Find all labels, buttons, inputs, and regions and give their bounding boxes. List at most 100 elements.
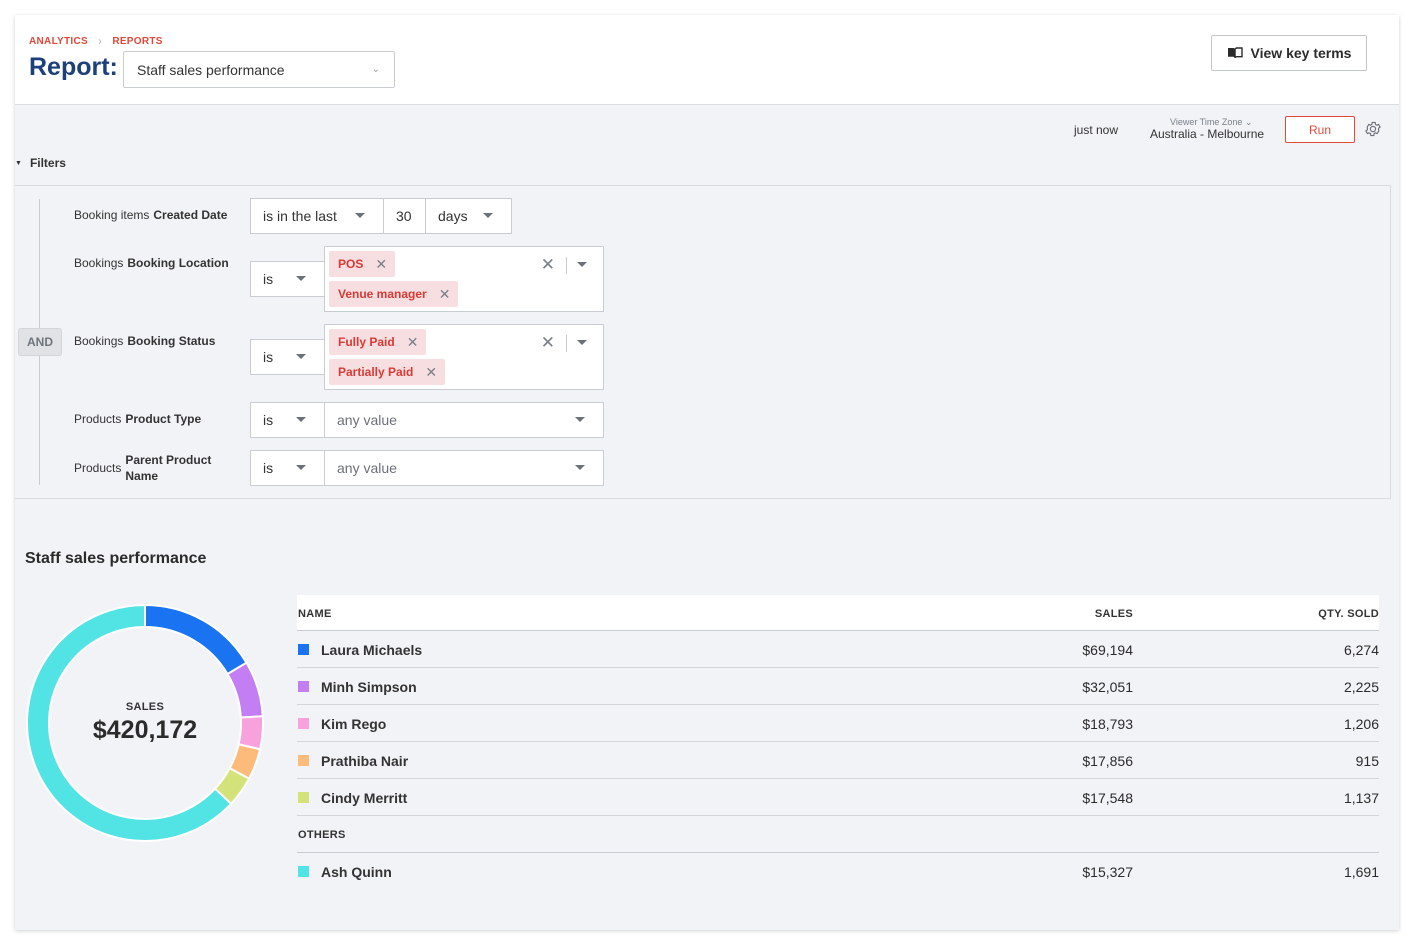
product-type-value-select[interactable]: any value	[324, 402, 604, 438]
chevron-right-icon: ›	[98, 34, 103, 48]
clear-icon[interactable]: ✕	[541, 255, 555, 275]
staff-sales: $15,327	[1082, 864, 1133, 880]
caret-down-icon	[296, 465, 306, 470]
staff-name: Minh Simpson	[321, 679, 417, 695]
caret-down-icon	[296, 276, 306, 281]
table-row[interactable]: Kim Rego $18,793 1,206	[297, 705, 1379, 742]
filter-label-booking-status: Bookings Booking Status	[74, 334, 216, 348]
breadcrumb: ANALYTICS › REPORTS	[29, 34, 163, 48]
clear-icon[interactable]: ✕	[541, 333, 555, 353]
run-button[interactable]: Run	[1285, 116, 1355, 143]
staff-name: Laura Michaels	[321, 642, 423, 658]
filter-panel	[15, 185, 1391, 499]
booking-location-multiselect[interactable]: POS ✕ Venue manager ✕ ✕	[324, 246, 604, 312]
view-key-terms-label: View key terms	[1250, 45, 1352, 61]
table-row[interactable]: Prathiba Nair $17,856 915	[297, 742, 1379, 779]
col-qty-sold[interactable]: QTY. SOLD	[1318, 608, 1379, 620]
report-select[interactable]: Staff sales performance ⌄	[123, 51, 395, 88]
staff-sales-table: NAME SALES QTY. SOLD Laura Michaels $69,1…	[297, 595, 1379, 890]
booking-location-operator-select[interactable]: is	[250, 261, 325, 297]
staff-sales: $17,856	[1082, 753, 1133, 769]
remove-chip-icon[interactable]: ✕	[425, 364, 437, 381]
filter-label-created-date: Booking items Created Date	[74, 208, 228, 222]
legend-swatch	[298, 644, 309, 655]
caret-down-icon[interactable]	[577, 262, 587, 267]
legend-swatch	[298, 718, 309, 729]
created-date-value-input[interactable]: 30	[383, 198, 426, 234]
chip-partially-paid: Partially Paid ✕	[329, 359, 446, 385]
chevron-down-icon: ⌄	[1244, 117, 1253, 127]
divider	[566, 335, 567, 352]
created-date-operator-select[interactable]: is in the last	[250, 198, 384, 234]
caret-down-icon	[296, 354, 306, 359]
table-row[interactable]: Minh Simpson $32,051 2,225	[297, 668, 1379, 705]
legend-swatch	[298, 681, 309, 692]
caret-down-icon	[575, 417, 585, 422]
others-body: Ash Quinn $15,327 1,691	[297, 853, 1379, 890]
staff-sales: $17,548	[1082, 790, 1133, 806]
parent-product-value-select[interactable]: any value	[324, 450, 604, 486]
caret-down-icon	[355, 213, 365, 218]
staff-name: Prathiba Nair	[321, 753, 409, 769]
chip-pos: POS ✕	[329, 251, 396, 277]
and-badge[interactable]: AND	[18, 328, 62, 356]
booking-status-operator-select[interactable]: is	[250, 339, 325, 375]
remove-chip-icon[interactable]: ✕	[439, 286, 451, 303]
table-row[interactable]: Ash Quinn $15,327 1,691	[297, 853, 1379, 890]
staff-qty-sold: 1,691	[1343, 864, 1379, 880]
staff-sales: $69,194	[1082, 642, 1133, 658]
book-icon	[1227, 47, 1243, 59]
parent-product-operator-select[interactable]: is	[250, 450, 325, 486]
chip-venue-manager: Venue manager ✕	[329, 281, 459, 307]
page-header: ANALYTICS › REPORTS Report: Staff sales …	[15, 15, 1399, 105]
others-group-header: OTHERS	[297, 816, 1379, 853]
remove-chip-icon[interactable]: ✕	[407, 334, 419, 351]
page-title: Report:	[29, 53, 118, 81]
caret-down-icon: ▼	[15, 159, 22, 167]
filter-label-product-type: Products Product Type	[74, 412, 202, 426]
gear-icon[interactable]	[1364, 120, 1382, 138]
col-sales[interactable]: SALES	[1095, 608, 1133, 620]
last-run-status: just now	[1074, 123, 1119, 137]
legend-swatch	[298, 866, 309, 877]
donut-slice-laura-michaels[interactable]	[144, 603, 248, 676]
table-row[interactable]: Laura Michaels $69,194 6,274	[297, 631, 1379, 668]
table-header: NAME SALES QTY. SOLD	[297, 595, 1379, 631]
created-date-unit-select[interactable]: days	[425, 198, 512, 234]
staff-qty-sold: 915	[1355, 753, 1379, 769]
donut-slice-minh-simpson[interactable]	[226, 661, 264, 719]
caret-down-icon	[296, 417, 306, 422]
chevron-down-icon: ⌄	[371, 64, 380, 75]
caret-down-icon[interactable]	[577, 340, 587, 345]
app-frame: ANALYTICS › REPORTS Report: Staff sales …	[15, 15, 1399, 930]
product-type-operator-select[interactable]: is	[250, 402, 325, 438]
remove-chip-icon[interactable]: ✕	[375, 256, 387, 273]
staff-qty-sold: 6,274	[1343, 642, 1379, 658]
staff-name: Kim Rego	[321, 716, 387, 732]
breadcrumb-analytics[interactable]: ANALYTICS	[29, 36, 88, 47]
filter-label-parent-product-name: Products Parent Product Name	[74, 453, 212, 483]
staff-qty-sold: 1,206	[1343, 716, 1379, 732]
col-name[interactable]: NAME	[298, 608, 332, 620]
donut-total-value: $420,172	[92, 716, 198, 744]
donut-total-label: SALES	[125, 701, 165, 713]
timezone-value[interactable]: Australia - Melbourne	[1150, 127, 1264, 141]
staff-name: Cindy Merritt	[321, 790, 408, 806]
breadcrumb-reports[interactable]: REPORTS	[112, 36, 162, 47]
table-row[interactable]: Cindy Merritt $17,548 1,137	[297, 779, 1379, 816]
view-key-terms-button[interactable]: View key terms	[1211, 35, 1367, 71]
section-title: Staff sales performance	[25, 550, 207, 567]
caret-down-icon	[575, 465, 585, 470]
filters-toggle[interactable]: ▼ Filters	[15, 156, 66, 170]
staff-qty-sold: 1,137	[1343, 790, 1379, 806]
donut-center: SALES $420,172	[70, 701, 220, 745]
table-body: Laura Michaels $69,194 6,274 Minh Simpson $3…	[297, 631, 1379, 816]
staff-sales: $32,051	[1082, 679, 1133, 695]
filter-label-booking-location: Bookings Booking Location	[74, 256, 229, 270]
staff-sales: $18,793	[1082, 716, 1133, 732]
chip-fully-paid: Fully Paid ✕	[329, 329, 427, 355]
legend-swatch	[298, 792, 309, 803]
booking-status-multiselect[interactable]: Fully Paid ✕ Partially Paid ✕ ✕	[324, 324, 604, 390]
legend-swatch	[298, 755, 309, 766]
staff-name: Ash Quinn	[321, 864, 392, 880]
